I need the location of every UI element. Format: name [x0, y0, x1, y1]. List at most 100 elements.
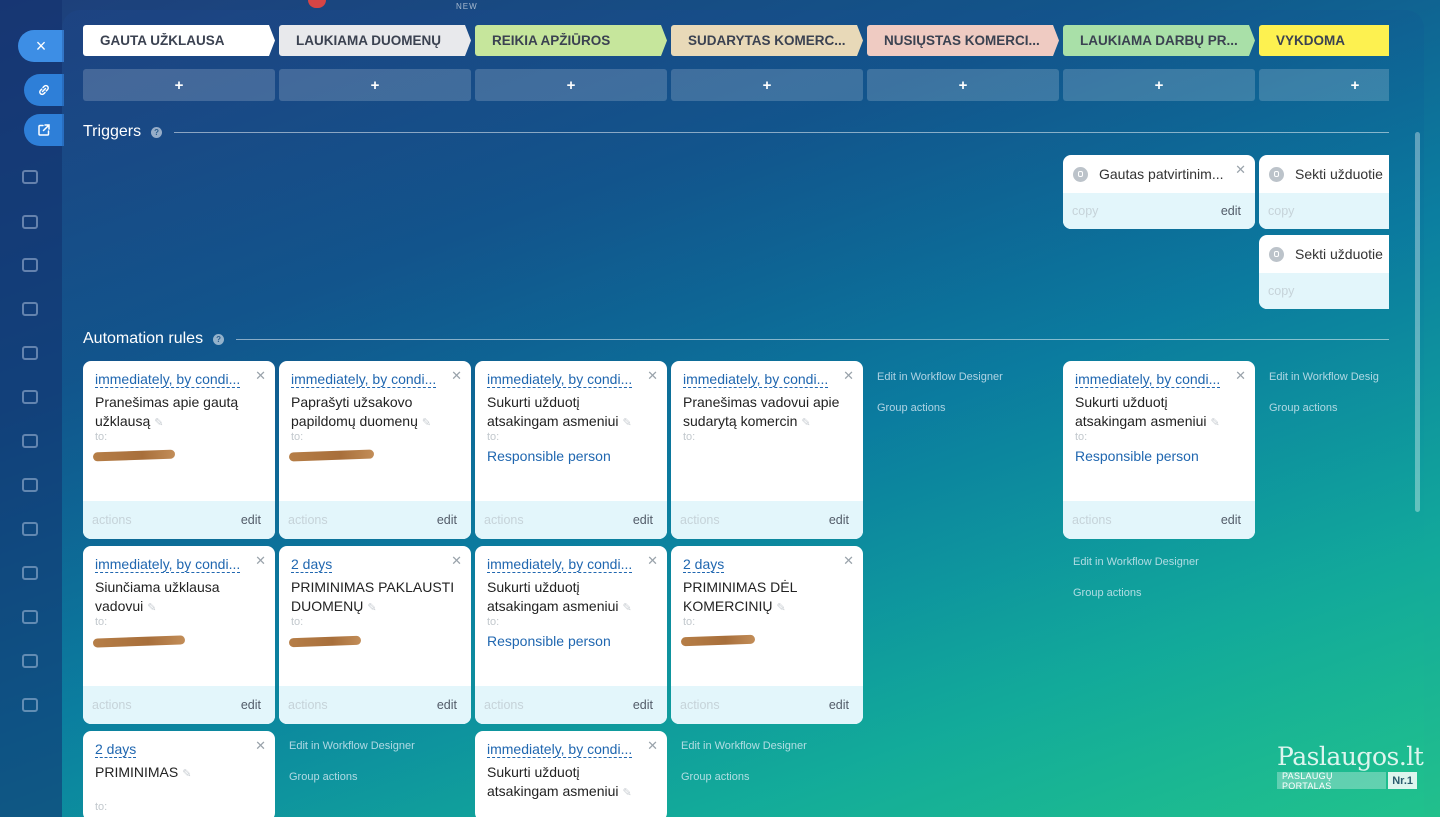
- copy-link[interactable]: copy: [1268, 284, 1294, 298]
- rule-card[interactable]: immediately, by condi... ✕ Paprašyti užs…: [279, 361, 471, 539]
- close-icon[interactable]: ✕: [843, 553, 854, 569]
- add-button[interactable]: +: [671, 69, 863, 101]
- pencil-icon[interactable]: ✎: [154, 414, 164, 429]
- edit-link[interactable]: edit: [633, 513, 653, 527]
- close-icon[interactable]: ✕: [255, 553, 266, 569]
- actions-link[interactable]: actions: [1072, 513, 1112, 527]
- rule-card[interactable]: immediately, by condi... ✕ Sukurti užduo…: [475, 731, 667, 817]
- edit-link[interactable]: edit: [1221, 513, 1241, 527]
- rule-card[interactable]: 2 days ✕ PRIMINIMAS ✎ to:: [83, 731, 275, 817]
- add-button[interactable]: +: [475, 69, 667, 101]
- stage-header[interactable]: LAUKIAMA DUOMENŲ: [279, 25, 471, 56]
- copy-link-button[interactable]: [24, 74, 64, 106]
- rule-condition[interactable]: immediately, by condi...: [95, 556, 241, 573]
- close-slider-button[interactable]: ×: [18, 30, 64, 62]
- edit-link[interactable]: edit: [633, 698, 653, 712]
- close-icon[interactable]: ✕: [255, 738, 266, 754]
- pencil-icon[interactable]: ✎: [623, 414, 633, 429]
- rule-condition[interactable]: immediately, by condi...: [487, 741, 633, 758]
- pencil-icon[interactable]: ✎: [367, 599, 377, 614]
- help-icon[interactable]: ?: [151, 126, 163, 138]
- responsible-person-link[interactable]: Responsible person: [487, 633, 611, 649]
- rule-card[interactable]: immediately, by condi... ✕ Pranešimas va…: [671, 361, 863, 539]
- close-icon[interactable]: ✕: [647, 738, 658, 754]
- edit-link[interactable]: edit: [829, 698, 849, 712]
- responsible-person-link[interactable]: Responsible person: [487, 448, 611, 464]
- responsible-person-link[interactable]: Responsible person: [1075, 448, 1199, 464]
- actions-link[interactable]: actions: [484, 698, 524, 712]
- stage-header[interactable]: SUDARYTAS KOMERC...: [671, 25, 863, 56]
- rule-condition[interactable]: 2 days: [95, 741, 137, 758]
- rule-card[interactable]: immediately, by condi... ✕ Pranešimas ap…: [83, 361, 275, 539]
- close-icon[interactable]: ✕: [451, 553, 462, 569]
- group-actions-link[interactable]: Group actions: [681, 771, 749, 783]
- edit-link[interactable]: edit: [241, 513, 261, 527]
- edit-in-workflow-designer-link[interactable]: Edit in Workflow Designer: [289, 740, 415, 752]
- rule-condition[interactable]: immediately, by condi...: [487, 371, 633, 388]
- rule-card[interactable]: 2 days ✕ PRIMINIMAS DĖL KOMERCINIŲ ✎ to: …: [671, 546, 863, 724]
- add-button[interactable]: +: [867, 69, 1059, 101]
- add-button[interactable]: +: [1259, 69, 1389, 101]
- open-in-new-window-button[interactable]: [24, 114, 64, 146]
- rule-condition[interactable]: immediately, by condi...: [487, 556, 633, 573]
- copy-link[interactable]: copy: [1268, 204, 1294, 218]
- close-icon[interactable]: ✕: [1235, 368, 1246, 384]
- actions-link[interactable]: actions: [484, 513, 524, 527]
- edit-in-workflow-designer-link[interactable]: Edit in Workflow Designer: [877, 371, 1003, 383]
- pencil-icon[interactable]: ✎: [623, 599, 633, 614]
- rule-card[interactable]: immediately, by condi... ✕ Sukurti užduo…: [475, 361, 667, 539]
- rule-card[interactable]: immediately, by condi... ✕ Sukurti užduo…: [1063, 361, 1255, 539]
- pencil-icon[interactable]: ✎: [623, 784, 633, 799]
- pencil-icon[interactable]: ✎: [801, 414, 811, 429]
- rule-condition[interactable]: immediately, by condi...: [95, 371, 241, 388]
- actions-link[interactable]: actions: [92, 513, 132, 527]
- pencil-icon[interactable]: ✎: [182, 765, 192, 780]
- rule-condition[interactable]: immediately, by condi...: [1075, 371, 1221, 388]
- rule-card[interactable]: immediately, by condi... ✕ Siunčiama užk…: [83, 546, 275, 724]
- close-icon[interactable]: ✕: [1235, 162, 1246, 178]
- stage-header[interactable]: LAUKIAMA DARBŲ PR...: [1063, 25, 1255, 56]
- edit-link[interactable]: edit: [1221, 204, 1241, 218]
- trigger-card[interactable]: Sekti užduotie copy: [1259, 235, 1389, 309]
- pencil-icon[interactable]: ✎: [1211, 414, 1221, 429]
- add-button[interactable]: +: [83, 69, 275, 101]
- pencil-icon[interactable]: ✎: [776, 599, 786, 614]
- edit-link[interactable]: edit: [437, 698, 457, 712]
- pencil-icon[interactable]: ✎: [422, 414, 432, 429]
- vertical-scrollbar[interactable]: [1415, 132, 1420, 512]
- close-icon[interactable]: ✕: [647, 553, 658, 569]
- actions-link[interactable]: actions: [288, 698, 328, 712]
- actions-link[interactable]: actions: [680, 513, 720, 527]
- rule-condition[interactable]: 2 days: [291, 556, 333, 573]
- group-actions-link[interactable]: Group actions: [1073, 587, 1141, 599]
- close-icon[interactable]: ✕: [843, 368, 854, 384]
- stage-header[interactable]: NUSIŲSTAS KOMERCI...: [867, 25, 1059, 56]
- edit-link[interactable]: edit: [437, 513, 457, 527]
- edit-link[interactable]: edit: [241, 698, 261, 712]
- rule-condition[interactable]: 2 days: [683, 556, 725, 573]
- group-actions-link[interactable]: Group actions: [1269, 402, 1337, 414]
- close-icon[interactable]: ✕: [647, 368, 658, 384]
- stage-header[interactable]: VYKDOMA: [1259, 25, 1389, 56]
- group-actions-link[interactable]: Group actions: [877, 402, 945, 414]
- trigger-card[interactable]: Gautas patvirtinim... ✕ copy edit: [1063, 155, 1255, 229]
- rule-card[interactable]: immediately, by condi... ✕ Sukurti užduo…: [475, 546, 667, 724]
- stage-header[interactable]: GAUTA UŽKLAUSA: [83, 25, 275, 56]
- group-actions-link[interactable]: Group actions: [289, 771, 357, 783]
- edit-in-workflow-designer-link[interactable]: Edit in Workflow Designer: [1073, 556, 1199, 568]
- add-button[interactable]: +: [1063, 69, 1255, 101]
- add-button[interactable]: +: [279, 69, 471, 101]
- help-icon[interactable]: ?: [213, 333, 225, 345]
- rule-condition[interactable]: immediately, by condi...: [683, 371, 829, 388]
- rule-card[interactable]: 2 days ✕ PRIMINIMAS PAKLAUSTI DUOMENŲ ✎ t…: [279, 546, 471, 724]
- stage-header[interactable]: REIKIA APŽIŪROS: [475, 25, 667, 56]
- edit-in-workflow-designer-link[interactable]: Edit in Workflow Designer: [681, 740, 807, 752]
- close-icon[interactable]: ✕: [451, 368, 462, 384]
- actions-link[interactable]: actions: [288, 513, 328, 527]
- close-icon[interactable]: ✕: [255, 368, 266, 384]
- pencil-icon[interactable]: ✎: [147, 599, 157, 614]
- copy-link[interactable]: copy: [1072, 204, 1098, 218]
- edit-link[interactable]: edit: [829, 513, 849, 527]
- edit-in-workflow-designer-link[interactable]: Edit in Workflow Desig: [1269, 371, 1379, 383]
- actions-link[interactable]: actions: [92, 698, 132, 712]
